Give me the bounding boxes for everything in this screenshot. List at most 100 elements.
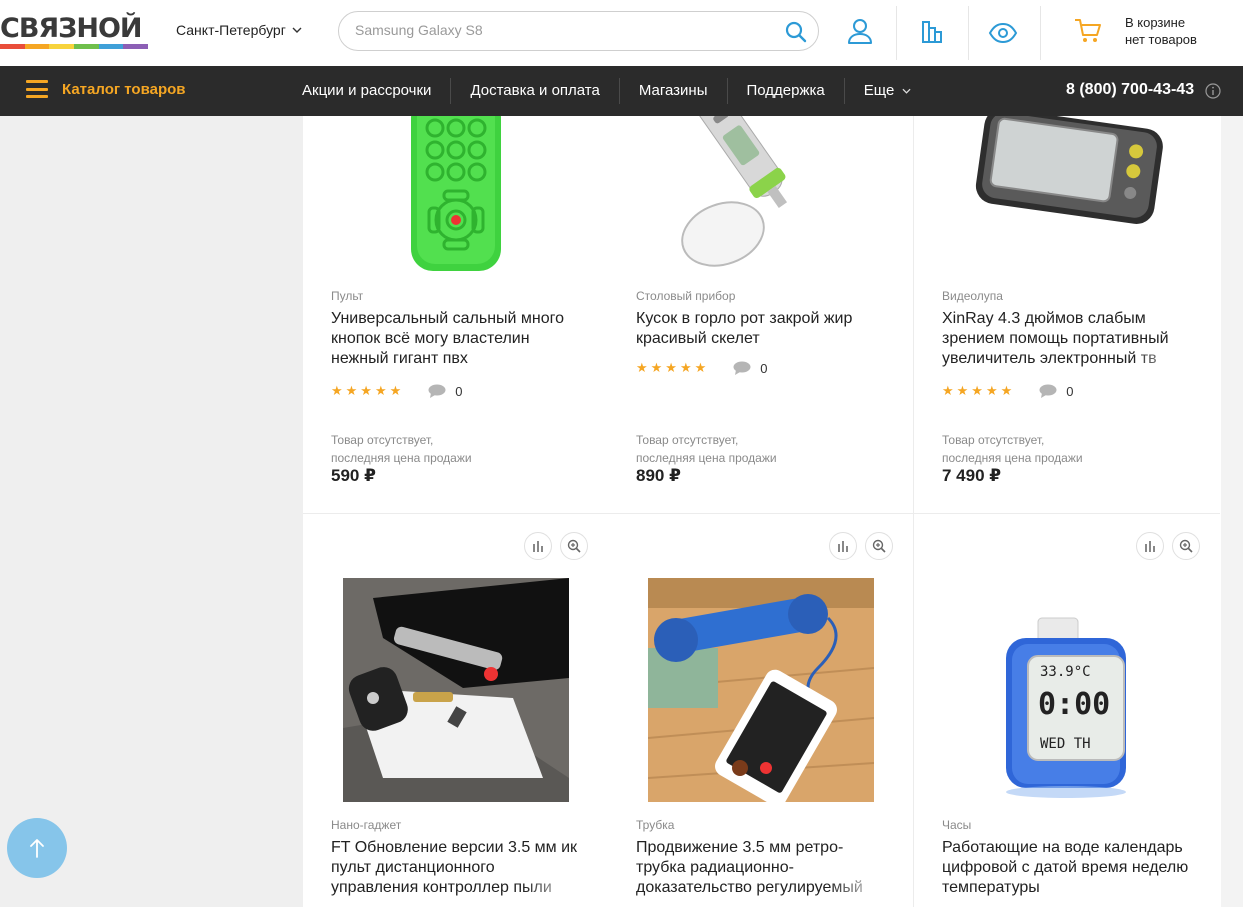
cart-icon[interactable]: [1073, 16, 1103, 46]
availability-status: Товар отсутствует, последняя цена продаж…: [942, 431, 1083, 467]
zoom-in-icon: [872, 539, 886, 553]
clock-time: 0:00: [1038, 687, 1110, 722]
comments[interactable]: 0: [428, 383, 463, 399]
handset-image: [648, 578, 874, 802]
card-tools: [829, 532, 893, 560]
magnifier-image: [975, 116, 1163, 224]
product-image[interactable]: [343, 578, 569, 802]
menu-icon: [26, 80, 48, 98]
comment-icon: [733, 361, 751, 375]
user-icon[interactable]: [845, 16, 875, 46]
cart-status[interactable]: В корзине нет товаров: [1125, 14, 1197, 48]
info-icon[interactable]: [1205, 83, 1221, 99]
quick-view-button[interactable]: [560, 532, 588, 560]
nav-item-stores[interactable]: Магазины: [618, 78, 727, 104]
compare-button[interactable]: [524, 532, 552, 560]
card-tools: [524, 532, 588, 560]
status-line: последняя цена продажи: [636, 451, 777, 465]
nav-item-promotions[interactable]: Акции и рассрочки: [283, 78, 450, 104]
product-card[interactable]: Столовый прибор Кусок в горло рот закрой…: [608, 116, 914, 514]
product-image[interactable]: [648, 116, 874, 274]
eye-icon[interactable]: [988, 18, 1018, 48]
product-price: 890 ₽: [636, 466, 681, 485]
product-rating: ★★★★★ 0: [331, 383, 463, 399]
clock-day: WED TH: [1040, 736, 1091, 752]
product-price: 7 490 ₽: [942, 466, 1002, 485]
status-line: последняя цена продажи: [331, 451, 472, 465]
scroll-to-top-button[interactable]: [7, 818, 67, 878]
product-card[interactable]: Пульт Универсальный сальный много кнопок…: [303, 116, 609, 514]
product-title[interactable]: XinRay 4.3 дюймов слабым зрением помощь …: [942, 309, 1194, 369]
comment-count: 0: [455, 383, 463, 399]
product-card[interactable]: Видеолупа XinRay 4.3 дюймов слабым зрени…: [914, 116, 1220, 514]
rating-stars: ★★★★★: [331, 383, 405, 398]
comment-icon: [428, 384, 446, 398]
cart-line1: В корзине: [1125, 15, 1186, 30]
chevron-down-icon: [902, 88, 911, 94]
nav-item-label: Акции и рассрочки: [302, 82, 432, 99]
main-nav: Каталог товаров Акции и рассрочки Достав…: [0, 66, 1243, 116]
product-image[interactable]: [343, 116, 569, 274]
header-divider: [968, 6, 969, 60]
search-input[interactable]: [355, 22, 775, 38]
zoom-in-icon: [567, 539, 581, 553]
search-icon[interactable]: [784, 20, 808, 44]
nav-menu: Акции и рассрочки Доставка и оплата Мага…: [283, 66, 930, 116]
product-title[interactable]: Универсальный сальный много кнопок всё м…: [331, 309, 583, 369]
rating-stars: ★★★★★: [942, 383, 1016, 398]
city-label: Санкт-Петербург: [176, 22, 286, 38]
status-line: Товар отсутствует,: [636, 433, 739, 447]
catalog-button[interactable]: Каталог товаров: [26, 80, 186, 98]
product-category: Пульт: [331, 289, 364, 303]
nav-item-support[interactable]: Поддержка: [726, 78, 844, 104]
phone-number[interactable]: 8 (800) 700-43-43: [1066, 81, 1194, 99]
compare-icon[interactable]: [918, 16, 948, 46]
nav-item-delivery[interactable]: Доставка и оплата: [450, 78, 618, 104]
catalog-label: Каталог товаров: [62, 80, 186, 98]
product-price: 590 ₽: [331, 466, 376, 485]
product-category: Столовый прибор: [636, 289, 736, 303]
product-category: Нано-гаджет: [331, 818, 402, 832]
water-clock-image: 33.9°C 0:00 WED TH: [1006, 617, 1126, 798]
availability-status: Товар отсутствует, последняя цена продаж…: [331, 431, 472, 467]
product-card[interactable]: Нано-гаджет FT Обновление версии 3.5 мм …: [303, 514, 609, 907]
city-selector[interactable]: Санкт-Петербург: [176, 22, 302, 38]
product-image[interactable]: [648, 578, 874, 802]
chevron-down-icon: [292, 27, 302, 33]
product-title[interactable]: Продвижение 3.5 мм ретро-трубка радиацио…: [636, 838, 888, 898]
quick-view-button[interactable]: [865, 532, 893, 560]
comments[interactable]: 0: [1039, 383, 1074, 399]
header-divider: [1040, 6, 1041, 60]
compare-button[interactable]: [1136, 532, 1164, 560]
compare-button[interactable]: [829, 532, 857, 560]
compare-icon: [838, 541, 848, 552]
product-card[interactable]: 33.9°C 0:00 WED TH Часы Работающие на во…: [914, 514, 1220, 907]
top-header: СВЯЗНОЙ Санкт-Петербург В корзине нет то…: [0, 0, 1243, 66]
comment-icon: [1039, 384, 1057, 398]
right-gutter: [1221, 116, 1243, 907]
comments[interactable]: 0: [733, 360, 768, 376]
product-card[interactable]: Трубка Продвижение 3.5 мм ретро-трубка р…: [608, 514, 914, 907]
compare-icon: [533, 541, 543, 552]
logo-text: СВЯЗНОЙ: [0, 13, 143, 44]
quick-view-button[interactable]: [1172, 532, 1200, 560]
comment-count: 0: [1066, 383, 1074, 399]
logo-stripe: [0, 44, 149, 49]
product-category: Трубка: [636, 818, 675, 832]
product-title[interactable]: FT Обновление версии 3.5 мм ик пульт дис…: [331, 838, 583, 898]
product-title[interactable]: Работающие на воде календарь цифровой с …: [942, 838, 1194, 898]
status-line: Товар отсутствует,: [942, 433, 1045, 447]
header-divider: [896, 6, 897, 60]
nav-item-more[interactable]: Еще: [843, 78, 931, 104]
compare-icon: [1145, 541, 1155, 552]
status-line: Товар отсутствует,: [331, 433, 434, 447]
phone-gadget-image: [343, 578, 569, 802]
product-image[interactable]: 33.9°C 0:00 WED TH: [954, 578, 1180, 802]
nav-item-label: Еще: [863, 82, 895, 99]
product-category: Часы: [942, 818, 972, 832]
cart-line2: нет товаров: [1125, 32, 1197, 47]
logo[interactable]: СВЯЗНОЙ: [0, 14, 150, 50]
comment-count: 0: [760, 360, 768, 376]
product-image[interactable]: [954, 116, 1180, 274]
nav-item-label: Поддержка: [746, 82, 825, 99]
